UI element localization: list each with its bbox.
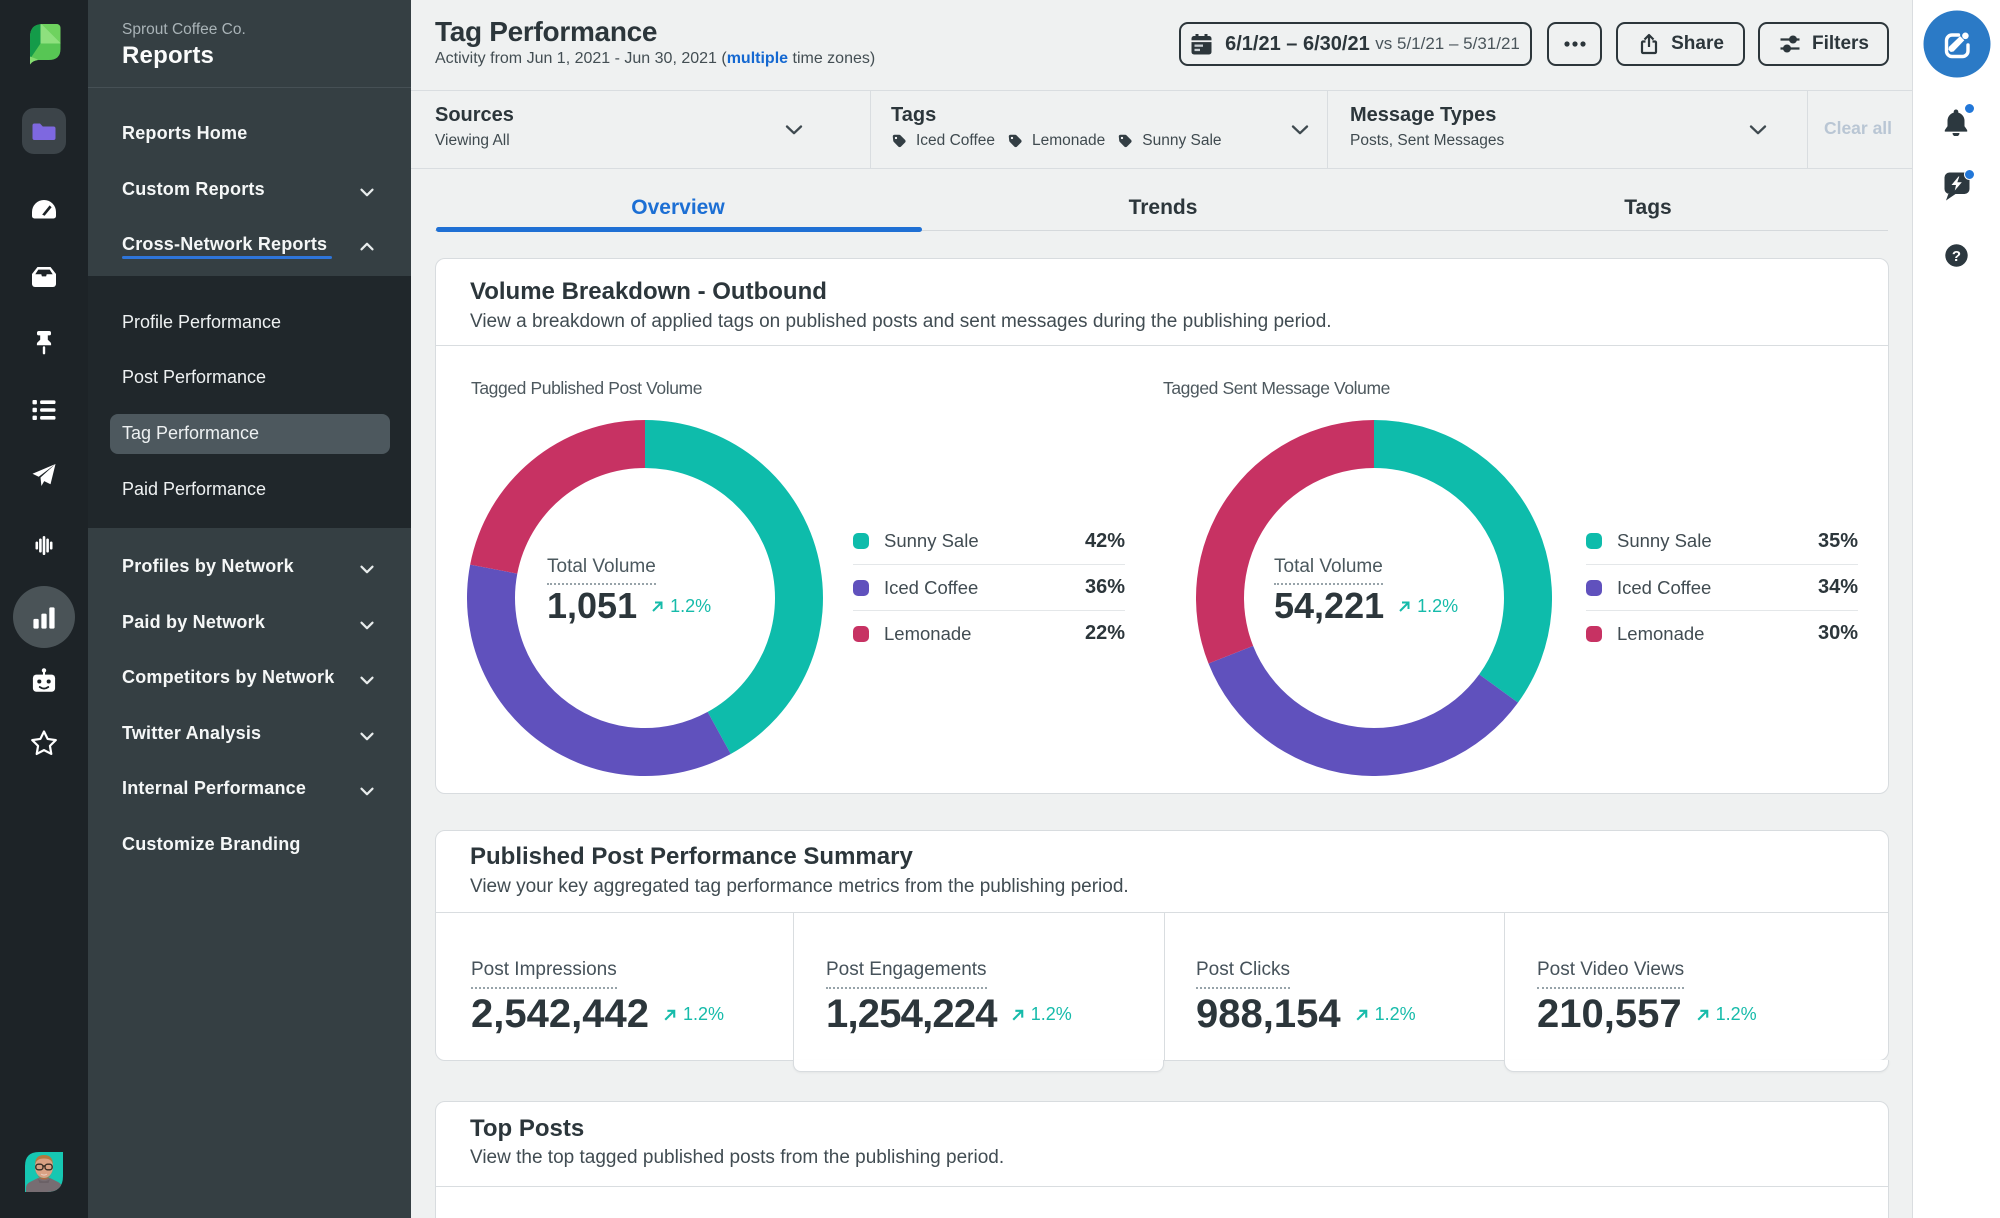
svg-text:?: ? bbox=[1952, 248, 1961, 265]
